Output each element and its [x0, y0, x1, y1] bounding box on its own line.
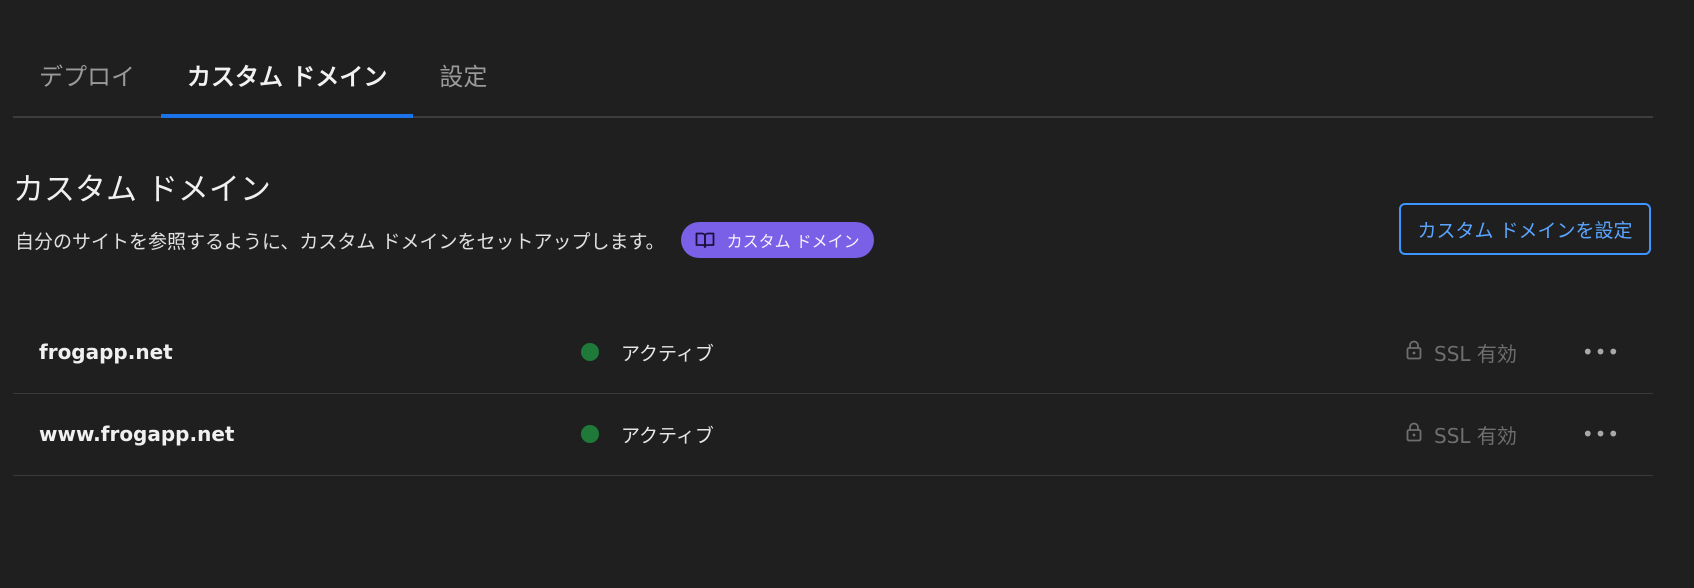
domain-name[interactable]: www.frogapp.net	[39, 394, 234, 474]
docs-link-chip[interactable]: カスタム ドメイン	[680, 222, 874, 258]
section-description: 自分のサイトを参照するように、カスタム ドメインをセットアップします。	[15, 230, 665, 253]
more-options-button[interactable]: •••	[1582, 336, 1619, 368]
more-options-button[interactable]: •••	[1582, 418, 1619, 450]
tab-custom-domain[interactable]: カスタム ドメイン	[161, 52, 414, 118]
domain-list: frogapp.net アクティブ SSL 有効 ••• www.frogapp…	[13, 312, 1653, 476]
docs-link-label: カスタム ドメイン	[726, 232, 860, 251]
ssl-label: SSL 有効	[1434, 423, 1517, 448]
domain-status: アクティブ	[581, 312, 714, 392]
status-active-dot-icon	[581, 425, 599, 443]
status-label: アクティブ	[621, 342, 714, 365]
domain-status: アクティブ	[581, 394, 714, 474]
tab-settings[interactable]: 設定	[413, 52, 513, 116]
section-description-row: 自分のサイトを参照するように、カスタム ドメインをセットアップします。 カスタム…	[15, 222, 874, 258]
section-title: カスタム ドメイン	[13, 172, 271, 208]
setup-custom-domain-button[interactable]: カスタム ドメインを設定	[1399, 203, 1651, 255]
ssl-status: SSL 有効	[1406, 312, 1517, 392]
ssl-label: SSL 有効	[1434, 341, 1517, 366]
custom-domains-page: デプロイ カスタム ドメイン 設定 カスタム ドメイン 自分のサイトを参照するよ…	[0, 0, 1694, 588]
domain-name[interactable]: frogapp.net	[39, 312, 173, 392]
lock-icon	[1406, 422, 1422, 446]
status-active-dot-icon	[581, 343, 599, 361]
status-label: アクティブ	[621, 424, 714, 447]
domain-row: www.frogapp.net アクティブ SSL 有効 •••	[13, 394, 1653, 476]
tab-bar: デプロイ カスタム ドメイン 設定	[13, 52, 1653, 118]
ssl-status: SSL 有効	[1406, 394, 1517, 474]
lock-icon	[1406, 340, 1422, 364]
tab-deploy[interactable]: デプロイ	[13, 52, 161, 116]
domain-row: frogapp.net アクティブ SSL 有効 •••	[13, 312, 1653, 394]
book-icon	[695, 231, 715, 249]
